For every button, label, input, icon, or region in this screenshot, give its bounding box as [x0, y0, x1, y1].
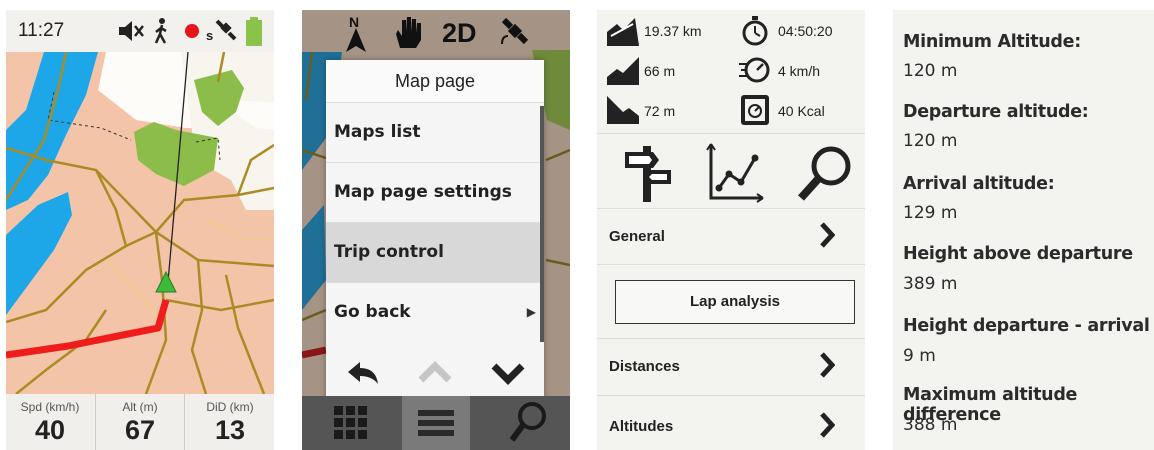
distance-value: 13: [214, 415, 246, 445]
distance-value: 19.37 km: [644, 23, 702, 39]
menu-item-label: Maps list: [334, 122, 421, 142]
submenu-arrow-icon: ▶: [526, 305, 536, 319]
min-altitude-label: Minimum Altitude:: [903, 32, 1081, 52]
altitudes-row[interactable]: Altitudes: [597, 398, 865, 450]
min-altitude-value: 120 m: [903, 61, 958, 81]
chevron-up-icon[interactable]: [399, 342, 471, 400]
calories-value: 40 Kcal: [778, 103, 825, 119]
map-toolbar: N 2D: [302, 10, 570, 56]
height-departure-arrival-label: Height departure - arrival: [903, 316, 1150, 336]
stopwatch-icon: [742, 16, 768, 46]
chart-icon[interactable]: [705, 142, 765, 204]
divider: [597, 133, 865, 134]
compass-icon[interactable]: N: [342, 14, 372, 54]
map-page-menu: Map page Maps list Map page settings Tri…: [326, 60, 544, 400]
arrival-altitude-value: 129 m: [903, 203, 958, 223]
satellite-letter: s: [206, 28, 214, 43]
menu-item-label: Go back: [334, 302, 411, 322]
chevron-right-icon: [820, 412, 835, 438]
chevron-down-icon[interactable]: [472, 342, 544, 400]
arrival-altitude-label: Arrival altitude:: [903, 174, 1055, 194]
descent-icon: [607, 96, 639, 124]
time-value: 04:50:20: [778, 23, 833, 39]
altitude-value: 67: [124, 415, 156, 445]
record-dot-icon: [185, 24, 199, 38]
divider: [597, 264, 865, 265]
descent-value: 72 m: [644, 103, 676, 119]
trip-control-screen: 19.37 km 04:50:20 66 m 4 km/h 72 m 40 Kc…: [597, 10, 865, 450]
menu-item-maps-list[interactable]: Maps list: [326, 103, 544, 163]
divider: [597, 395, 865, 396]
grid-icon[interactable]: [328, 396, 372, 450]
lap-analysis-button[interactable]: Lap analysis: [615, 280, 855, 324]
back-arrow-icon[interactable]: [326, 342, 398, 400]
menu-item-label: Trip control: [334, 242, 444, 262]
ascent-icon: [607, 57, 639, 85]
speed-field[interactable]: Spd (km/h) 40: [6, 394, 94, 450]
status-bar: 11:27 s: [6, 10, 274, 52]
map-view[interactable]: [6, 10, 274, 450]
data-fields-bar: Spd (km/h) 40 Alt (m) 67 DiD (km) 13: [6, 394, 274, 450]
speed-value: 40: [34, 415, 66, 445]
speed-value: 4 km/h: [778, 63, 821, 79]
menu-item-label: Map page settings: [334, 182, 512, 202]
chevron-right-icon: [820, 222, 835, 248]
altitude-label: Alt (m): [122, 400, 158, 414]
distance-field[interactable]: DiD (km) 13: [184, 394, 274, 450]
ascent-value: 66 m: [644, 63, 676, 79]
hamburger-icon: [418, 410, 454, 436]
map-screen: 11:27 s Spd (km/h) 40 Alt (m) 67 DiD (km…: [6, 10, 274, 450]
menu-item-map-page-settings[interactable]: Map page settings: [326, 163, 544, 223]
departure-altitude-label: Departure altitude:: [903, 102, 1089, 122]
pan-hand-icon[interactable]: [392, 14, 426, 52]
departure-altitude-value: 120 m: [903, 131, 958, 151]
menu-title: Map page: [326, 60, 544, 103]
distances-row[interactable]: Distances: [597, 338, 865, 394]
menu-scrollbar[interactable]: [540, 106, 544, 344]
signpost-icon[interactable]: [619, 142, 675, 204]
satellite-toggle-icon[interactable]: [498, 14, 534, 50]
speedometer-icon: [739, 57, 770, 83]
speed-label: Spd (km/h): [20, 400, 80, 414]
general-label: General: [609, 228, 665, 245]
menu-item-go-back[interactable]: Go back ▶: [326, 283, 544, 343]
distances-label: Distances: [609, 358, 680, 375]
altitudes-screen: Minimum Altitude: 120 m Departure altitu…: [893, 10, 1154, 450]
mute-icon[interactable]: [116, 16, 146, 46]
magnifier-icon[interactable]: [795, 142, 855, 204]
map-menu-screen: N 2D Map page Maps list Map page setting…: [302, 10, 570, 450]
distance-label: DiD (km): [206, 400, 254, 414]
search-icon[interactable]: [502, 396, 552, 450]
menu-item-trip-control[interactable]: Trip control: [326, 223, 544, 283]
general-row[interactable]: General: [597, 208, 865, 264]
menu-button[interactable]: [402, 396, 470, 450]
chevron-right-icon: [820, 352, 835, 378]
height-above-departure-label: Height above departure: [903, 244, 1133, 264]
map-mode-2d[interactable]: 2D: [442, 18, 477, 49]
altitudes-label: Altitudes: [609, 418, 674, 435]
dock-bar: [302, 396, 570, 450]
distance-icon: [607, 18, 639, 46]
satellite-icon: s: [206, 18, 240, 48]
max-altitude-difference-value: 388 m: [903, 415, 958, 435]
battery-icon: [246, 17, 262, 46]
height-above-departure-value: 389 m: [903, 274, 958, 294]
hiker-icon[interactable]: [150, 16, 172, 46]
altitude-field[interactable]: Alt (m) 67: [95, 394, 184, 450]
clock: 11:27: [18, 20, 65, 41]
height-departure-arrival-value: 9 m: [903, 346, 936, 366]
menu-navigation: [326, 342, 544, 400]
calories-scale-icon: [741, 95, 769, 125]
